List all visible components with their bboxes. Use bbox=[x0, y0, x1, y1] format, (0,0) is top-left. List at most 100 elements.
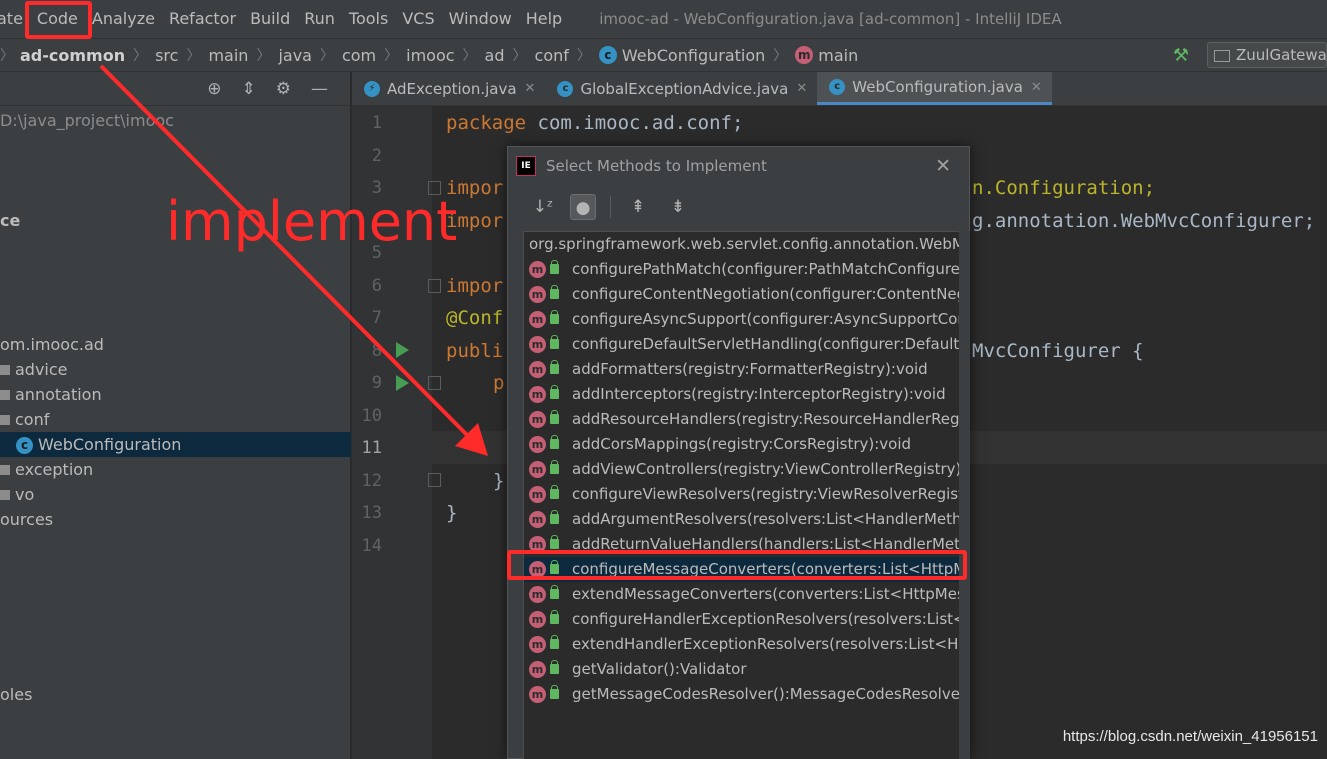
tab-globalexceptionadvice[interactable]: c GlobalExceptionAdvice.java ✕ bbox=[545, 72, 817, 105]
tree-item-exception[interactable]: exception bbox=[0, 457, 93, 482]
tree-item-webconfiguration[interactable]: c WebConfiguration bbox=[0, 432, 351, 457]
method-row[interactable]: m extendHandlerExceptionResolvers(resolve… bbox=[524, 632, 959, 657]
code-line-8: publi bbox=[446, 340, 504, 362]
gear-icon[interactable]: ⚙ bbox=[276, 79, 291, 99]
expand-all-icon[interactable]: ⇞ bbox=[625, 194, 651, 220]
class-icon: c bbox=[557, 80, 574, 97]
breadcrumb-conf[interactable]: conf bbox=[535, 46, 569, 65]
close-icon[interactable]: ✕ bbox=[525, 81, 536, 96]
selected-method-highlight bbox=[507, 550, 967, 580]
fold-icon[interactable] bbox=[428, 376, 441, 390]
tab-webconfiguration[interactable]: c WebConfiguration.java ✕ bbox=[817, 72, 1052, 105]
folder-icon bbox=[0, 390, 10, 400]
method-row[interactable]: m configureViewResolvers(registry:ViewRes… bbox=[524, 482, 959, 507]
method-row[interactable]: m configureHandlerExceptionResolvers(reso… bbox=[524, 607, 959, 632]
run-main-icon[interactable] bbox=[396, 375, 409, 391]
breadcrumb-separator: 〉 bbox=[773, 48, 788, 64]
tree-item-label: vo bbox=[15, 485, 35, 504]
hide-panel-icon[interactable]: — bbox=[311, 79, 328, 99]
menu-build[interactable]: Build bbox=[243, 0, 297, 38]
code-line-12: } bbox=[493, 470, 505, 492]
show-classes-icon[interactable]: ● bbox=[570, 194, 596, 220]
menu-help[interactable]: Help bbox=[519, 0, 569, 38]
close-icon[interactable]: ✕ bbox=[935, 155, 951, 177]
class-icon: c bbox=[16, 437, 33, 454]
menu-analyze[interactable]: Analyze bbox=[85, 0, 162, 38]
dialog-title-bar[interactable]: IE Select Methods to Implement bbox=[508, 147, 969, 185]
public-lock-icon bbox=[550, 635, 559, 649]
run-configuration-select[interactable]: ZuulGateway bbox=[1207, 42, 1327, 68]
method-row[interactable]: m configureContentNegotiation(configurer:… bbox=[524, 282, 959, 307]
tree-item-annotation[interactable]: annotation bbox=[0, 382, 102, 407]
tree-item-vo[interactable]: vo bbox=[0, 482, 34, 507]
locate-icon[interactable]: ⊕ bbox=[207, 79, 221, 99]
method-signature: configurePathMatch(configurer:PathMatchC… bbox=[572, 260, 960, 278]
method-signature: configureAsyncSupport(configurer:AsyncSu… bbox=[572, 310, 959, 328]
tree-item-conf[interactable]: conf bbox=[0, 407, 49, 432]
method-row[interactable]: m getMessageCodesResolver():MessageCodesR… bbox=[524, 682, 959, 707]
method-icon: m bbox=[529, 361, 546, 378]
breadcrumb-java[interactable]: java bbox=[278, 46, 312, 65]
breadcrumb-module[interactable]: ad-common bbox=[20, 46, 125, 65]
method-row[interactable]: m configureDefaultServletHandling(configu… bbox=[524, 332, 960, 357]
fold-icon[interactable] bbox=[428, 279, 441, 293]
project-root-path: D:\java_project\imooc bbox=[0, 111, 174, 130]
breadcrumb-imooc[interactable]: imooc bbox=[406, 46, 454, 65]
collapse-all-icon[interactable]: ⇕ bbox=[242, 79, 256, 99]
method-row[interactable]: m getValidator():Validator bbox=[524, 657, 959, 682]
menu-window[interactable]: Window bbox=[442, 0, 519, 38]
class-icon: c bbox=[598, 46, 617, 64]
method-row[interactable]: m addResourceHandlers(registry:ResourceHa… bbox=[524, 407, 959, 432]
code-menu-highlight bbox=[25, 1, 92, 39]
tree-item-advice[interactable]: advice bbox=[0, 357, 68, 382]
collapse-all-icon[interactable]: ⇟ bbox=[665, 194, 691, 220]
breadcrumb-src[interactable]: src bbox=[155, 46, 178, 65]
method-row[interactable]: m addArgumentResolvers(resolvers:List<Han… bbox=[524, 507, 959, 532]
build-hammer-icon[interactable]: ⚒ bbox=[1173, 45, 1189, 66]
tree-item-resources[interactable]: ources bbox=[0, 507, 53, 532]
public-lock-icon bbox=[550, 335, 559, 349]
method-signature: configureContentNegotiation(configurer:C… bbox=[572, 285, 959, 303]
tab-adexception[interactable]: ⚡ AdException.java ✕ bbox=[352, 72, 545, 105]
method-signature: configureDefaultServletHandling(configur… bbox=[572, 335, 960, 353]
project-panel: ⊕ ⇕ ⚙ — bbox=[0, 72, 351, 759]
public-lock-icon bbox=[550, 385, 559, 399]
fold-icon[interactable] bbox=[428, 473, 441, 487]
method-row[interactable]: m addInterceptors(registry:InterceptorReg… bbox=[524, 382, 959, 407]
tree-item[interactable]: ce bbox=[0, 208, 20, 233]
tree-item-label: annotation bbox=[15, 385, 102, 404]
tree-item-package[interactable]: om.imooc.ad bbox=[0, 332, 104, 357]
method-row[interactable]: m addCorsMappings(registry:CorsRegistry):… bbox=[524, 432, 959, 457]
tree-item-consoles[interactable]: oles bbox=[0, 682, 32, 707]
public-lock-icon bbox=[550, 510, 559, 524]
breadcrumb-separator: 〉 bbox=[319, 48, 334, 64]
method-row[interactable]: m extendMessageConverters(converters:List… bbox=[524, 582, 959, 607]
close-icon[interactable]: ✕ bbox=[1031, 80, 1042, 95]
methods-list[interactable]: org.springframework.web.servlet.config.a… bbox=[523, 231, 960, 759]
close-icon[interactable]: ✕ bbox=[796, 81, 807, 96]
menu-run[interactable]: Run bbox=[297, 0, 342, 38]
line-number: 7 bbox=[371, 308, 382, 328]
method-icon: m bbox=[795, 46, 814, 64]
breadcrumb-separator: 〉 bbox=[384, 48, 399, 64]
run-class-icon[interactable] bbox=[396, 342, 409, 358]
breadcrumb-class[interactable]: c WebConfiguration bbox=[598, 46, 765, 65]
line-number: 10 bbox=[361, 406, 382, 426]
breadcrumb-main[interactable]: main bbox=[208, 46, 248, 65]
sort-alphabetically-icon[interactable]: ↓ᶻ bbox=[530, 194, 556, 220]
interface-header[interactable]: org.springframework.web.servlet.config.a… bbox=[524, 232, 959, 257]
run-config-label: ZuulGateway bbox=[1236, 46, 1327, 64]
menu-refactor[interactable]: Refactor bbox=[162, 0, 243, 38]
method-icon: m bbox=[529, 611, 546, 628]
method-row[interactable]: m addFormatters(registry:FormatterRegistr… bbox=[524, 357, 959, 382]
menu-vcs[interactable]: VCS bbox=[395, 0, 441, 38]
method-icon: m bbox=[529, 261, 546, 278]
method-icon: m bbox=[529, 636, 546, 653]
breadcrumb-com[interactable]: com bbox=[342, 46, 376, 65]
menu-tools[interactable]: Tools bbox=[342, 0, 395, 38]
method-row[interactable]: m configurePathMatch(configurer:PathMatch… bbox=[524, 257, 960, 282]
breadcrumb-ad[interactable]: ad bbox=[485, 46, 505, 65]
method-row[interactable]: m configureAsyncSupport(configurer:AsyncS… bbox=[524, 307, 959, 332]
breadcrumb-method[interactable]: m main bbox=[795, 46, 858, 65]
method-row[interactable]: m addViewControllers(registry:ViewControl… bbox=[524, 457, 959, 482]
